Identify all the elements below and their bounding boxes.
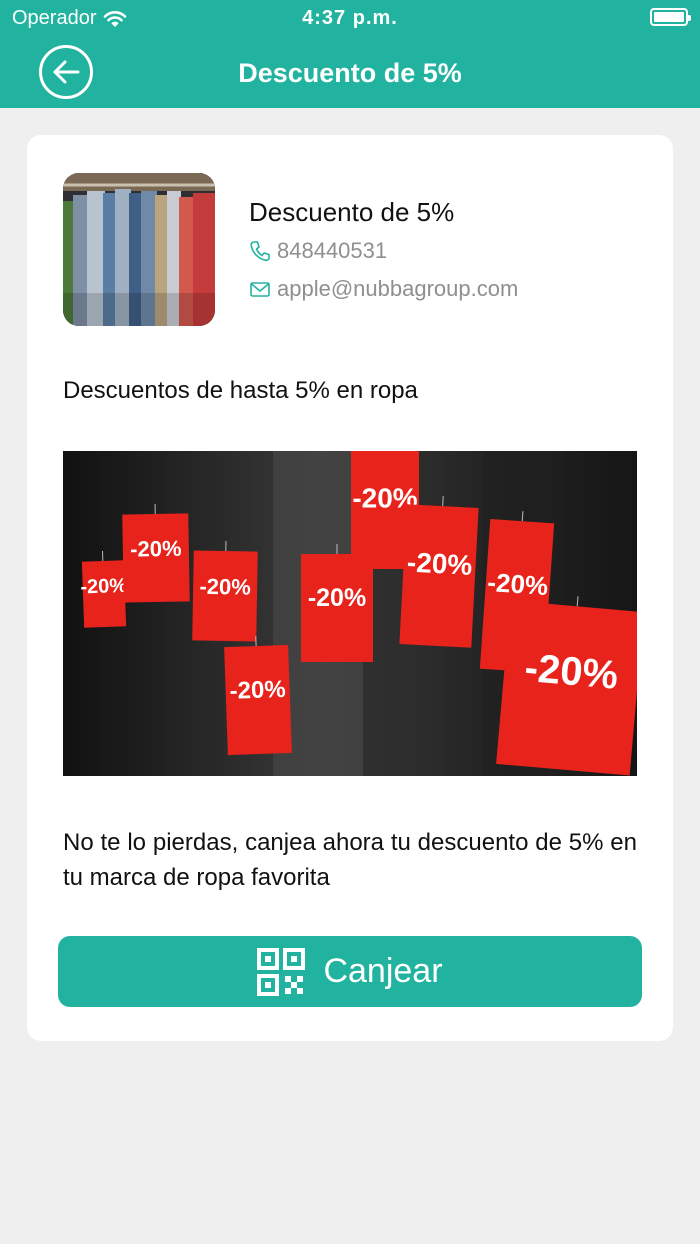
discount-tag: -20% xyxy=(399,496,479,648)
discount-tag: -20% xyxy=(224,636,292,756)
discount-tag-label: -20% xyxy=(523,646,620,698)
discount-tag: -20% xyxy=(496,596,637,776)
email-contact[interactable]: apple@nubbagroup.com xyxy=(249,276,518,302)
discount-tag: -20% xyxy=(80,551,128,628)
redeem-button[interactable]: Canjear xyxy=(58,936,642,1007)
store-name: Descuento de 5% xyxy=(249,197,455,227)
phone-number: 848440531 xyxy=(277,238,388,263)
discount-tag-label: -20% xyxy=(130,536,182,562)
store-image xyxy=(63,173,215,326)
discount-tag-label: -20% xyxy=(80,575,128,599)
discount-tag-label: -20% xyxy=(406,547,473,581)
discount-tag: -20% xyxy=(122,503,190,603)
promo-image: -20% -20% -20% -20% -20% -20% -20% -20% -20% xyxy=(63,451,637,776)
clock: 4:37 p.m. xyxy=(302,7,398,29)
phone-contact[interactable]: 848440531 xyxy=(249,238,387,264)
discount-tag-label: -20% xyxy=(229,676,286,705)
offer-card: Descuento de 5% 848440531 apple@nubbagro… xyxy=(27,135,673,1041)
qr-code-icon xyxy=(257,947,306,996)
offer-description: Descuentos de hasta 5% en ropa xyxy=(63,377,418,404)
phone-icon xyxy=(250,241,270,262)
page-title: Descuento de 5% xyxy=(238,58,462,88)
email-address: apple@nubbagroup.com xyxy=(277,276,519,301)
call-to-action-text: No te lo pierdas, canjea ahora tu descue… xyxy=(63,829,637,891)
status-bar: Operador 4:37 p.m. xyxy=(0,0,700,36)
redeem-label: Canjear xyxy=(323,952,443,990)
discount-tag-label: -20% xyxy=(199,574,251,600)
discount-tag: -20% xyxy=(192,540,258,642)
app-header: Operador 4:37 p.m. Descuento de 5% xyxy=(0,0,700,108)
battery-icon xyxy=(650,8,691,26)
mail-icon xyxy=(250,282,270,297)
discount-tag-label: -20% xyxy=(308,584,366,612)
discount-tag-label: -20% xyxy=(487,567,550,601)
